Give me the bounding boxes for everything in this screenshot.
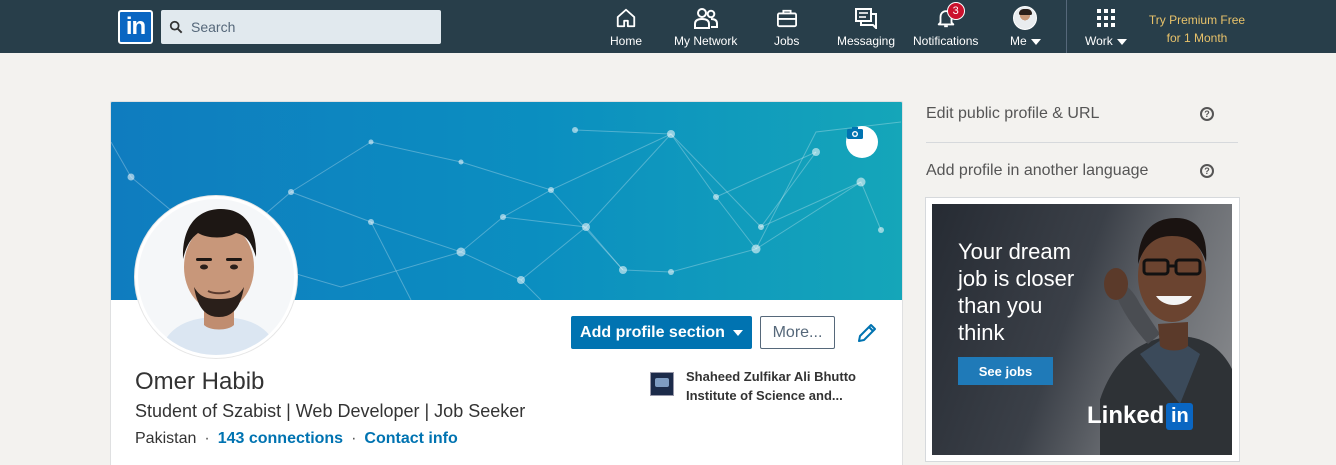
nav-notifications-label: Notifications (913, 34, 979, 48)
nav-messaging-label: Messaging (837, 34, 896, 48)
nav-me[interactable]: Me (1010, 6, 1041, 50)
nav-home[interactable]: Home (610, 6, 642, 50)
search-input[interactable] (191, 19, 421, 35)
nav-divider (1066, 0, 1067, 53)
school-name-line-2: Institute of Science and... (686, 388, 843, 403)
nav-work[interactable]: Work (1085, 6, 1127, 50)
me-avatar-wrap (1013, 6, 1038, 30)
more-button[interactable]: More... (760, 316, 835, 349)
help-icon[interactable]: ? (1200, 107, 1214, 121)
school-logo (650, 372, 674, 396)
wordmark-in-box: in (1166, 402, 1194, 430)
connections-link[interactable]: 143 connections (218, 430, 343, 448)
ad-banner[interactable]: Your dream job is closer than you think … (925, 197, 1240, 462)
see-jobs-button[interactable]: See jobs (958, 357, 1053, 385)
nav-notifications[interactable]: 3 Notifications (913, 2, 979, 50)
notification-badge: 3 (946, 2, 965, 20)
camera-icon (847, 127, 863, 139)
help-icon[interactable]: ? (1200, 164, 1214, 178)
nav-work-label-wrap: Work (1085, 34, 1127, 48)
profile-photo-portrait (159, 209, 279, 355)
edit-public-profile-link[interactable]: Edit public profile & URL ? (926, 94, 1238, 134)
add-profile-section-label: Add profile section (580, 323, 725, 341)
education-entry[interactable]: Shaheed Zulfikar Ali Bhutto Institute of… (650, 367, 890, 405)
school-name-line-1: Shaheed Zulfikar Ali Bhutto (686, 369, 856, 384)
chevron-down-icon (732, 329, 743, 336)
ad-line-3: than you (958, 293, 1043, 318)
avatar (1013, 6, 1038, 30)
profile-photo[interactable] (135, 196, 297, 358)
nav-jobs-label: Jobs (774, 34, 800, 48)
nav-my-network-label: My Network (674, 34, 738, 48)
nav-my-network[interactable]: My Network (674, 6, 737, 50)
messaging-icon (854, 6, 878, 30)
edit-public-profile-label: Edit public profile & URL (926, 105, 1100, 122)
more-button-label: More... (772, 323, 823, 341)
ad-line-1: Your dream (958, 239, 1071, 264)
add-profile-language-link[interactable]: Add profile in another language ? (926, 151, 1238, 191)
profile-name: Omer Habib (135, 368, 265, 395)
linkedin-logo[interactable]: in (118, 10, 153, 44)
separator-dot: · (351, 430, 357, 447)
try-premium-link[interactable]: Try Premium Free for 1 Month (1141, 11, 1253, 47)
briefcase-icon (775, 6, 799, 30)
ad-headline: Your dream job is closer than you think (958, 238, 1108, 346)
nav-me-label: Me (1010, 34, 1027, 48)
separator-dot: · (204, 430, 210, 447)
nav-jobs[interactable]: Jobs (774, 6, 799, 50)
search-box[interactable] (161, 10, 441, 44)
search-icon (169, 20, 183, 34)
chevron-down-icon (1116, 38, 1127, 45)
nav-work-label: Work (1085, 34, 1113, 48)
grid-icon (1094, 6, 1118, 30)
nav-me-label-wrap: Me (1010, 34, 1041, 48)
premium-line-2: for 1 Month (1166, 31, 1228, 45)
add-profile-section-button[interactable]: Add profile section (571, 316, 752, 349)
divider (926, 142, 1238, 143)
network-icon (693, 6, 718, 30)
profile-meta: Pakistan · 143 connections · Contact inf… (135, 430, 458, 448)
chevron-down-icon (1030, 38, 1041, 45)
home-icon (614, 6, 638, 30)
top-navigation-bar: in Home My Network Jobs Messaging 3 Noti (0, 0, 1336, 53)
nav-home-label: Home (610, 34, 643, 48)
linkedin-wordmark: Linked in (1087, 402, 1194, 430)
add-profile-language-label: Add profile in another language (926, 162, 1149, 179)
profile-headline: Student of Szabist | Web Developer | Job… (135, 401, 526, 421)
premium-line-1: Try Premium Free (1148, 13, 1246, 27)
pencil-icon[interactable] (855, 321, 879, 345)
ad-line-4: think (958, 320, 1005, 345)
wordmark-text: Linked (1087, 402, 1165, 429)
profile-card: Add profile section More... Omer Habib S… (110, 101, 903, 465)
ad-image: Your dream job is closer than you think … (932, 204, 1232, 455)
ad-line-2: job is closer (958, 266, 1075, 291)
contact-info-link[interactable]: Contact info (364, 430, 457, 448)
school-name: Shaheed Zulfikar Ali Bhutto Institute of… (686, 367, 856, 405)
nav-messaging[interactable]: Messaging (837, 6, 895, 50)
logo-text: in (125, 13, 146, 40)
bell-icon: 3 (934, 2, 965, 30)
location-text: Pakistan (135, 430, 197, 447)
edit-banner-button[interactable] (846, 126, 878, 158)
